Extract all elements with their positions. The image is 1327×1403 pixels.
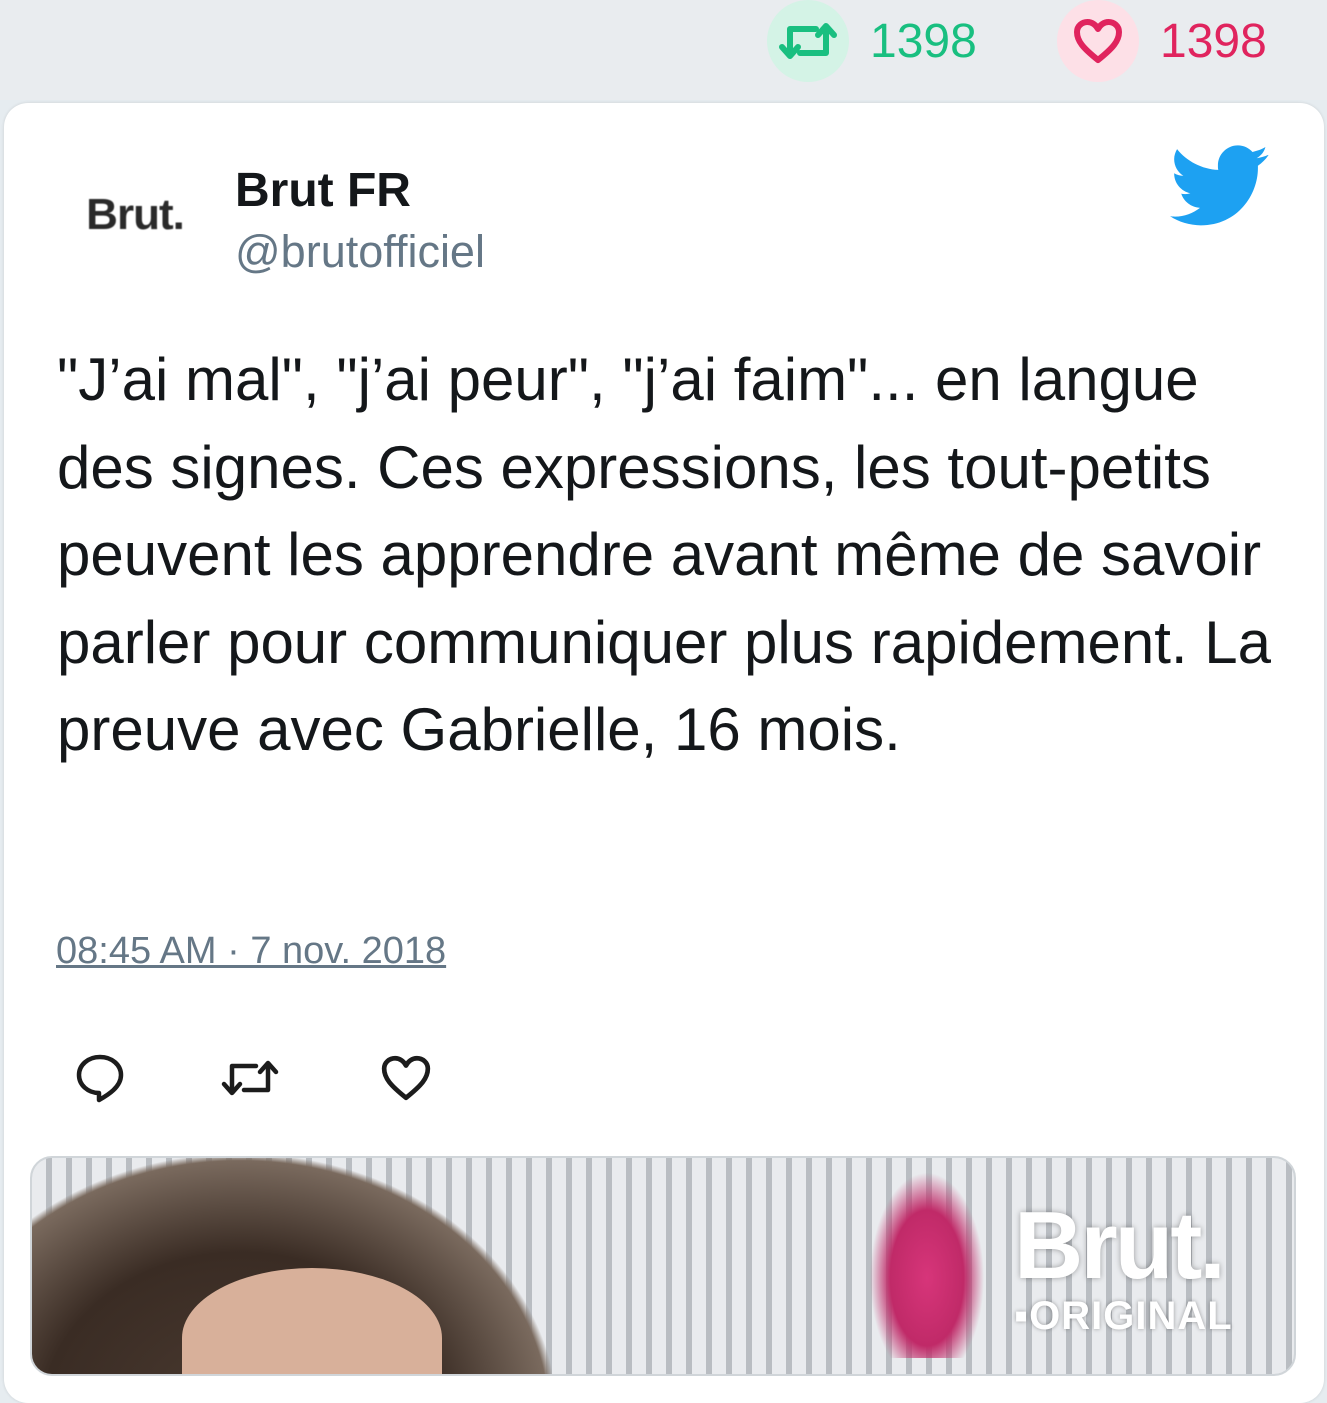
reply-icon [76, 1054, 124, 1103]
like-button[interactable] [376, 1048, 436, 1108]
brut-logo-subtitle: ▪ORIGINAL [1014, 1294, 1233, 1338]
pink-toy [862, 1158, 992, 1358]
retweet-button[interactable] [220, 1048, 280, 1108]
video-thumbnail[interactable]: Brut. ▪ORIGINAL [30, 1156, 1296, 1376]
tweet-timestamp[interactable]: 08:45 AM · 7 nov. 2018 [56, 930, 446, 973]
display-name[interactable]: Brut FR [235, 163, 411, 218]
like-count: 1398 [1160, 14, 1267, 68]
heart-icon [381, 1055, 431, 1101]
avatar[interactable]: Brut. [62, 155, 208, 275]
retweet-stat[interactable]: 1398 [767, 0, 977, 82]
avatar-logo-text: Brut. [86, 190, 185, 239]
twitter-bird-icon[interactable] [1170, 142, 1270, 232]
retweet-icon[interactable] [767, 0, 849, 82]
tweet-text: "J’ai mal", "j’ai peur", "j’ai faim"... … [57, 346, 1271, 763]
engagement-stats-bar: 1398 1398 [0, 0, 1327, 100]
retweet-count: 1398 [870, 14, 977, 68]
heart-icon[interactable] [1057, 0, 1139, 82]
like-stat[interactable]: 1398 [1057, 0, 1267, 82]
user-handle[interactable]: @brutofficiel [235, 226, 485, 278]
retweet-icon [221, 1060, 279, 1096]
brut-original-logo: Brut. ▪ORIGINAL [1014, 1192, 1264, 1339]
brut-logo-text: Brut. [1014, 1192, 1226, 1299]
reply-button[interactable] [70, 1048, 130, 1108]
